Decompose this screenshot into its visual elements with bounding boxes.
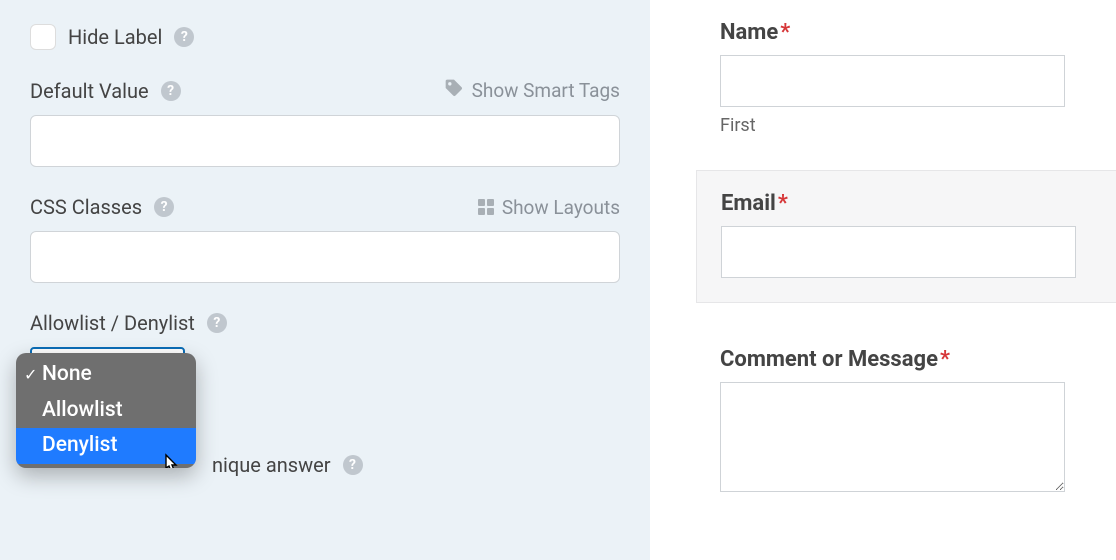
hide-label-checkbox[interactable] [30, 24, 56, 50]
help-icon[interactable]: ? [174, 27, 194, 47]
comment-textarea[interactable] [720, 382, 1065, 492]
form-preview-panel: Name* First Email* Comment or Message* [650, 0, 1116, 560]
required-asterisk: * [780, 20, 790, 45]
name-first-sublabel: First [720, 115, 1116, 136]
css-classes-label: CSS Classes [30, 195, 142, 219]
name-first-input[interactable] [720, 55, 1065, 107]
comment-field-block: Comment or Message* [720, 347, 1116, 492]
layout-grid-icon [478, 199, 494, 215]
show-smart-tags-text: Show Smart Tags [472, 79, 620, 102]
allowlist-dropdown: None Allowlist Denylist [16, 353, 196, 468]
required-asterisk: * [778, 191, 788, 216]
tag-icon [444, 78, 464, 103]
allowlist-denylist-label: Allowlist / Denylist [30, 311, 195, 335]
unique-answer-label-partial: nique answer [212, 453, 331, 477]
css-classes-input[interactable] [30, 231, 620, 283]
email-field-block[interactable]: Email* [696, 170, 1116, 303]
email-label: Email [721, 191, 776, 216]
show-layouts-link[interactable]: Show Layouts [478, 196, 620, 219]
email-input[interactable] [721, 226, 1076, 278]
help-icon[interactable]: ? [161, 81, 181, 101]
default-value-label: Default Value [30, 79, 149, 103]
dropdown-option-allowlist[interactable]: Allowlist [16, 393, 196, 429]
name-label: Name [720, 20, 778, 45]
required-asterisk: * [940, 347, 950, 372]
show-layouts-text: Show Layouts [502, 196, 620, 219]
name-field-block: Name* First [720, 20, 1116, 136]
show-smart-tags-link[interactable]: Show Smart Tags [444, 78, 620, 103]
help-icon[interactable]: ? [154, 197, 174, 217]
dropdown-option-denylist[interactable]: Denylist [16, 428, 196, 464]
hide-label-text: Hide Label [68, 25, 162, 49]
settings-panel: Hide Label ? Default Value ? Show Sm [0, 0, 650, 560]
default-value-input[interactable] [30, 115, 620, 167]
help-icon[interactable]: ? [207, 313, 227, 333]
help-icon[interactable]: ? [343, 455, 363, 475]
dropdown-option-none[interactable]: None [16, 357, 196, 393]
comment-label: Comment or Message [720, 347, 938, 372]
